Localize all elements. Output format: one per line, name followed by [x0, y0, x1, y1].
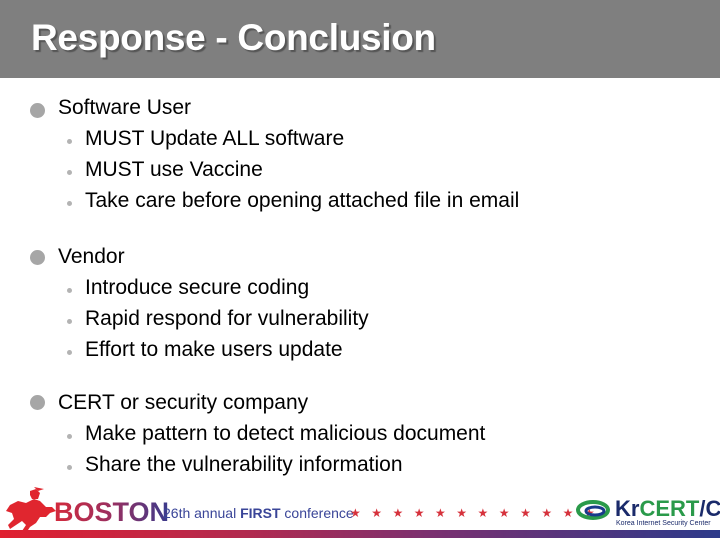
list-item: MUST Update ALL software — [85, 127, 345, 150]
list-item: Share the vulnerability information — [85, 453, 403, 476]
list-item: Introduce secure coding — [85, 276, 310, 299]
star-row-icon: ★★★★★★★★★★★★ — [350, 506, 606, 520]
bullet-icon — [30, 395, 45, 410]
slide-title: Response - Conclusion — [31, 17, 436, 58]
sub-bullet-icon — [67, 288, 72, 293]
sub-bullet-icon — [67, 319, 72, 324]
section-heading: CERT or security company — [58, 391, 309, 414]
boston-wordmark: BOSTON — [54, 497, 170, 527]
sub-bullet-icon — [67, 170, 72, 175]
section-heading: Software User — [58, 96, 192, 119]
krcert-subtitle: Korea Internet Security Center — [616, 520, 711, 527]
bullet-icon — [30, 250, 45, 265]
bullet-icon — [30, 103, 45, 118]
footer-gradient-bar — [0, 530, 720, 538]
sub-bullet-icon — [67, 201, 72, 206]
krcert-swirl-logo-icon — [576, 500, 610, 520]
list-item: Rapid respond for vulnerability — [85, 307, 369, 330]
list-item: Make pattern to detect malicious documen… — [85, 422, 486, 445]
horse-rider-logo-icon — [6, 487, 56, 533]
conference-tagline: 26th annual FIRST conference — [163, 505, 354, 521]
sub-bullet-icon — [67, 465, 72, 470]
sub-bullet-icon — [67, 350, 72, 355]
title-bar: Response - Conclusion — [0, 0, 720, 78]
krcert-wordmark: KrCERT/CC — [615, 496, 720, 521]
section-heading: Vendor — [58, 245, 125, 268]
list-item: Take care before opening attached file i… — [85, 189, 520, 212]
list-item: Effort to make users update — [85, 338, 343, 361]
sub-bullet-icon — [67, 434, 72, 439]
list-item: MUST use Vaccine — [85, 158, 263, 181]
sub-bullet-icon — [67, 139, 72, 144]
